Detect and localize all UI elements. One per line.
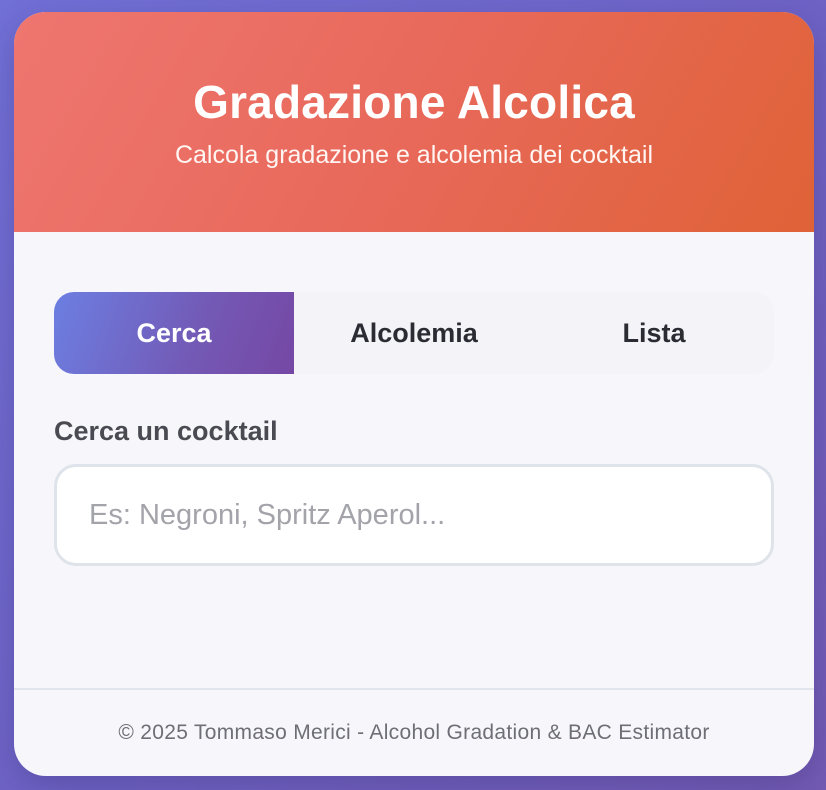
app-card: Gradazione Alcolica Calcola gradazione e… xyxy=(14,12,814,776)
tab-alcolemia[interactable]: Alcolemia xyxy=(294,292,534,374)
app-header: Gradazione Alcolica Calcola gradazione e… xyxy=(14,12,814,232)
page-title: Gradazione Alcolica xyxy=(193,76,635,128)
search-input[interactable] xyxy=(54,464,774,566)
footer: © 2025 Tommaso Merici - Alcohol Gradatio… xyxy=(14,688,814,776)
footer-text: © 2025 Tommaso Merici - Alcohol Gradatio… xyxy=(118,721,710,744)
tab-lista[interactable]: Lista xyxy=(534,292,774,374)
page-subtitle: Calcola gradazione e alcolemia dei cockt… xyxy=(174,141,654,169)
search-label: Cerca un cocktail xyxy=(54,416,278,446)
tab-bar: Cerca Alcolemia Lista xyxy=(54,292,774,374)
tab-cerca[interactable]: Cerca xyxy=(54,292,294,374)
